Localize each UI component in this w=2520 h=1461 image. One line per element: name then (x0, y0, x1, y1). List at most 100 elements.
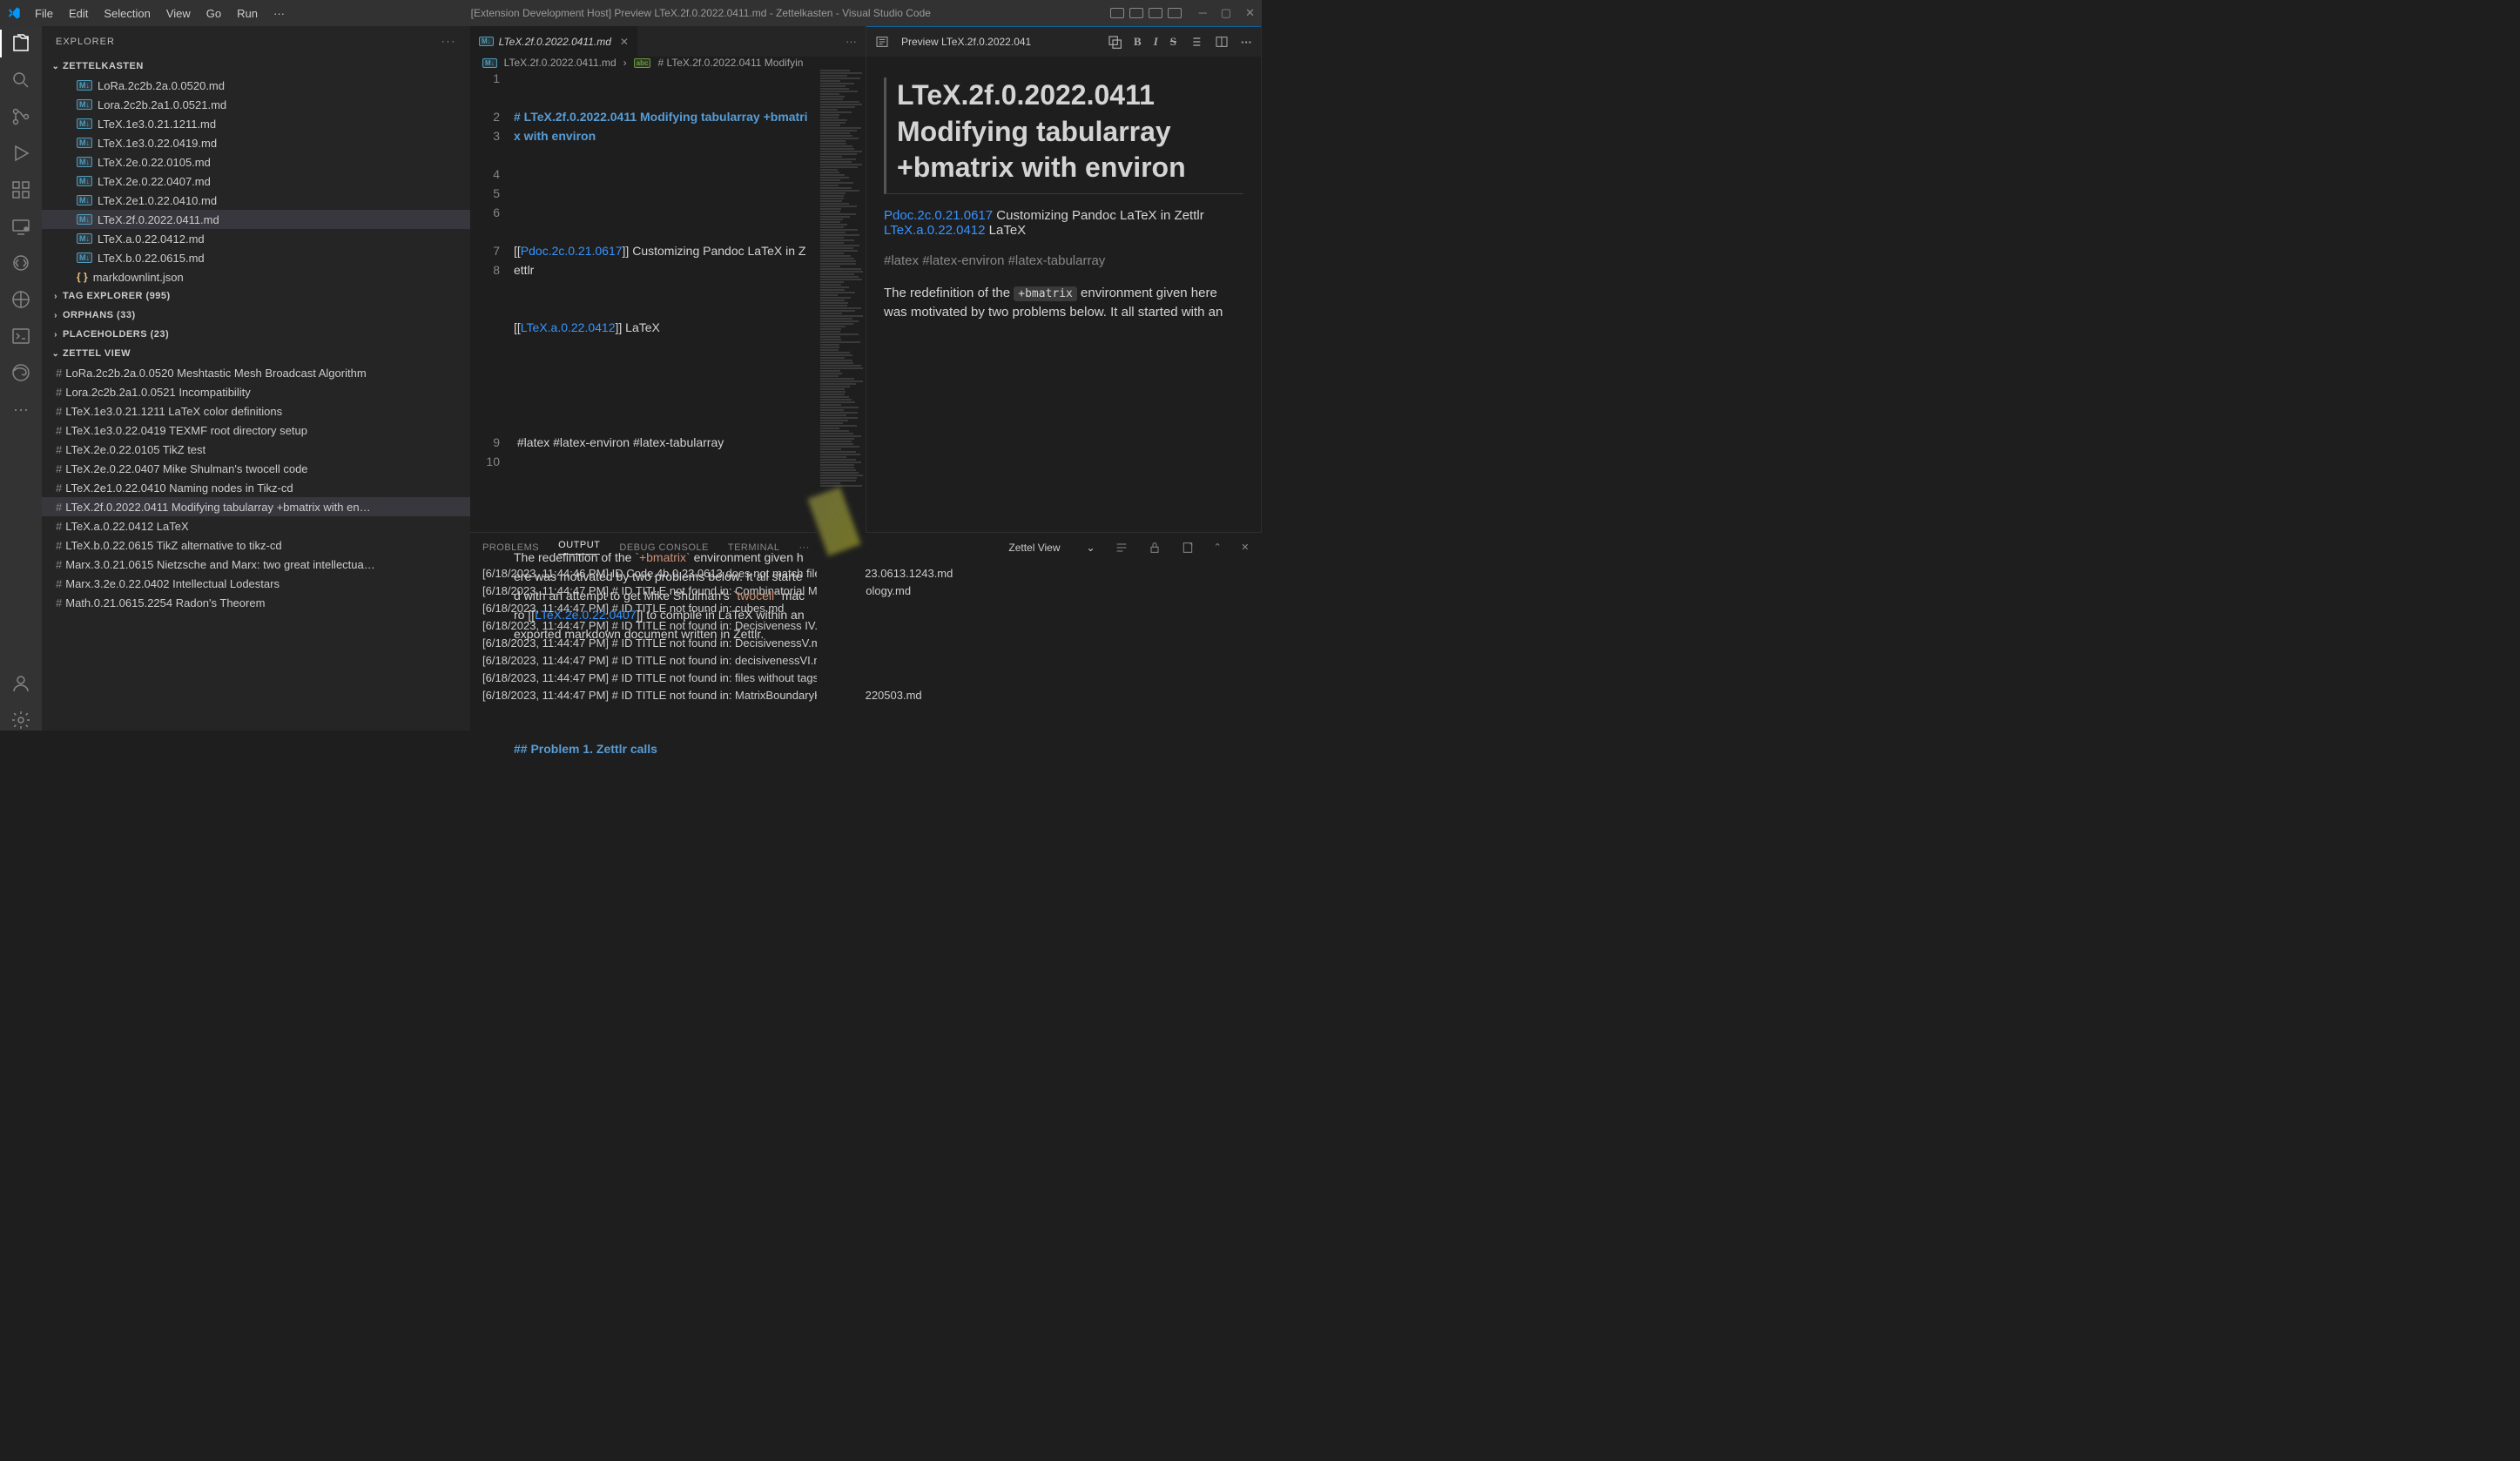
explorer-sidebar: EXPLORER ··· ⌄ZETTELKASTEN M↓LoRa.2c2b.2… (42, 26, 470, 730)
settings-gear-icon[interactable] (10, 710, 31, 730)
remote-explorer-icon[interactable] (10, 216, 31, 237)
zettel-view-item[interactable]: #LTeX.2e.0.22.0105 TikZ test (42, 440, 470, 459)
chevron-down-icon: ⌄ (1087, 542, 1095, 554)
file-tree-item[interactable]: M↓LTeX.2e.0.22.0407.md (42, 172, 470, 191)
symbol-string-icon: abc (634, 58, 651, 68)
close-tab-icon[interactable]: ✕ (620, 36, 629, 48)
menu-file[interactable]: File (28, 3, 60, 24)
custom-view-icon-2[interactable] (10, 289, 31, 310)
zettel-view-item[interactable]: #Math.0.21.0615.2254 Radon's Theorem (42, 593, 470, 612)
sidebar-title: EXPLORER (56, 37, 115, 47)
breadcrumb-heading[interactable]: # LTeX.2f.0.2022.0411 Modifyin (657, 57, 803, 69)
menu-more[interactable]: ··· (266, 3, 292, 24)
word-wrap-icon[interactable] (1115, 541, 1129, 555)
output-channel-select[interactable]: Zettel View⌄ (1008, 542, 1095, 554)
bold-icon[interactable]: B (1134, 35, 1142, 49)
more-views-icon[interactable]: ··· (10, 399, 31, 420)
line-gutter: 12345678910 (470, 69, 514, 797)
editor-tab[interactable]: M↓ LTeX.2f.0.2022.0411.md ✕ (470, 26, 638, 57)
clear-output-icon[interactable] (1181, 541, 1195, 555)
toggle-panel-icon[interactable] (1129, 8, 1143, 18)
section-zettel-view[interactable]: ⌄ZETTEL VIEW (42, 344, 470, 363)
section-placeholders[interactable]: ›PLACEHOLDERS (23) (42, 325, 470, 344)
source-control-icon[interactable] (10, 106, 31, 127)
sidebar-more-icon[interactable]: ··· (441, 37, 456, 47)
markdown-file-icon: M↓ (77, 233, 92, 244)
menu-edit[interactable]: Edit (62, 3, 95, 24)
markdown-file-icon: M↓ (482, 58, 497, 68)
markdown-file-icon: M↓ (77, 80, 92, 91)
zettel-view-item[interactable]: #LTeX.2e1.0.22.0410 Naming nodes in Tikz… (42, 478, 470, 497)
menu-selection[interactable]: Selection (97, 3, 157, 24)
minimize-icon[interactable]: ─ (1199, 6, 1207, 20)
file-tree-item[interactable]: M↓Lora.2c2b.2a1.0.0521.md (42, 95, 470, 114)
close-icon[interactable]: ✕ (1245, 6, 1255, 20)
toggle-secondary-sidebar-icon[interactable] (1149, 8, 1162, 18)
lock-scroll-icon[interactable] (1148, 541, 1162, 555)
edge-icon[interactable] (10, 362, 31, 383)
tab-actions-icon[interactable]: ··· (846, 35, 866, 48)
file-tree: M↓LoRa.2c2b.2a.0.0520.mdM↓Lora.2c2b.2a1.… (42, 76, 470, 286)
zettel-view-item[interactable]: #LTeX.a.0.22.0412 LaTeX (42, 516, 470, 535)
zettel-view-item[interactable]: #Marx.3.0.21.0615 Nietzsche and Marx: tw… (42, 555, 470, 574)
file-tree-item[interactable]: M↓LTeX.b.0.22.0615.md (42, 248, 470, 267)
file-tree-item[interactable]: M↓LTeX.2e.0.22.0105.md (42, 152, 470, 172)
customize-layout-icon[interactable] (1168, 8, 1182, 18)
toggle-primary-sidebar-icon[interactable] (1110, 8, 1124, 18)
code-content[interactable]: # LTeX.2f.0.2022.0411 Modifying tabularr… (514, 69, 817, 797)
file-tree-item[interactable]: M↓LTeX.2f.0.2022.0411.md (42, 210, 470, 229)
preview-tags: #latex #latex-environ #latex-tabularray (884, 253, 1243, 268)
editor-area: M↓ LTeX.2f.0.2022.0411.md ✕ ··· M↓ LTeX.… (470, 26, 1262, 730)
file-tree-item[interactable]: M↓LTeX.a.0.22.0412.md (42, 229, 470, 248)
extensions-icon[interactable] (10, 179, 31, 200)
terminal-view-icon[interactable] (10, 326, 31, 347)
markdown-file-icon: M↓ (77, 99, 92, 110)
zettel-view-item[interactable]: #LTeX.2e.0.22.0407 Mike Shulman's twocel… (42, 459, 470, 478)
show-source-icon[interactable] (1108, 35, 1122, 49)
markdown-file-icon: M↓ (77, 195, 92, 205)
more-actions-icon[interactable]: ··· (1241, 36, 1252, 49)
markdown-preview[interactable]: LTeX.2f.0.2022.0411 Modifying tabularray… (866, 57, 1261, 532)
menu-run[interactable]: Run (230, 3, 265, 24)
explorer-icon[interactable] (10, 33, 31, 54)
preview-link[interactable]: LTeX.a.0.22.0412 (884, 223, 985, 238)
chevron-up-icon[interactable]: ⌃ (1214, 542, 1223, 553)
minimap[interactable] (817, 69, 866, 797)
preview-tab-label[interactable]: Preview LTeX.2f.0.2022.041 (901, 36, 1095, 48)
section-zettelkasten[interactable]: ⌄ZETTELKASTEN (42, 57, 470, 76)
strikethrough-icon[interactable]: S (1170, 35, 1176, 49)
file-tree-item[interactable]: M↓LoRa.2c2b.2a.0.0520.md (42, 76, 470, 95)
preview-icon (875, 35, 889, 49)
file-tree-item[interactable]: M↓LTeX.2e1.0.22.0410.md (42, 191, 470, 210)
zettel-view-item[interactable]: #LTeX.1e3.0.22.0419 TEXMF root directory… (42, 421, 470, 440)
list-icon[interactable] (1189, 35, 1203, 49)
menu-go[interactable]: Go (199, 3, 228, 24)
accounts-icon[interactable] (10, 673, 31, 694)
zettel-view-item[interactable]: #LTeX.1e3.0.21.1211 LaTeX color definiti… (42, 401, 470, 421)
close-panel-icon[interactable]: ✕ (1241, 542, 1250, 553)
zettel-view-item[interactable]: #LTeX.b.0.22.0615 TikZ alternative to ti… (42, 535, 470, 555)
title-bar: File Edit Selection View Go Run ··· [Ext… (0, 0, 1262, 26)
section-orphans[interactable]: ›ORPHANS (33) (42, 306, 470, 325)
zettel-view-item[interactable]: #LoRa.2c2b.2a.0.0520 Meshtastic Mesh Bro… (42, 363, 470, 382)
file-tree-item[interactable]: M↓LTeX.1e3.0.21.1211.md (42, 114, 470, 133)
italic-icon[interactable]: I (1154, 35, 1158, 49)
section-tag-explorer[interactable]: ›TAG EXPLORER (995) (42, 286, 470, 306)
code-editor[interactable]: 12345678910 # LTeX.2f.0.2022.0411 Modify… (470, 69, 866, 797)
maximize-icon[interactable]: ▢ (1221, 6, 1231, 20)
window-controls: ─ ▢ ✕ (1199, 6, 1255, 20)
breadcrumb-file[interactable]: LTeX.2f.0.2022.0411.md (504, 57, 617, 69)
run-debug-icon[interactable] (10, 143, 31, 164)
preview-link[interactable]: Pdoc.2c.0.21.0617 (884, 208, 993, 223)
split-editor-icon[interactable] (1215, 35, 1229, 49)
breadcrumb[interactable]: M↓ LTeX.2f.0.2022.0411.md › abc # LTeX.2… (470, 57, 866, 69)
zettel-view-item[interactable]: #LTeX.2f.0.2022.0411 Modifying tabularra… (42, 497, 470, 516)
file-tree-item[interactable]: { }markdownlint.json (42, 267, 470, 286)
zettel-view-item[interactable]: #Marx.3.2e.0.22.0402 Intellectual Lodest… (42, 574, 470, 593)
zettel-view-item[interactable]: #Lora.2c2b.2a1.0.0521 Incompatibility (42, 382, 470, 401)
file-tree-item[interactable]: M↓LTeX.1e3.0.22.0419.md (42, 133, 470, 152)
activity-bar: ··· (0, 26, 42, 730)
custom-view-icon-1[interactable] (10, 252, 31, 273)
menu-view[interactable]: View (159, 3, 198, 24)
search-icon[interactable] (10, 70, 31, 91)
